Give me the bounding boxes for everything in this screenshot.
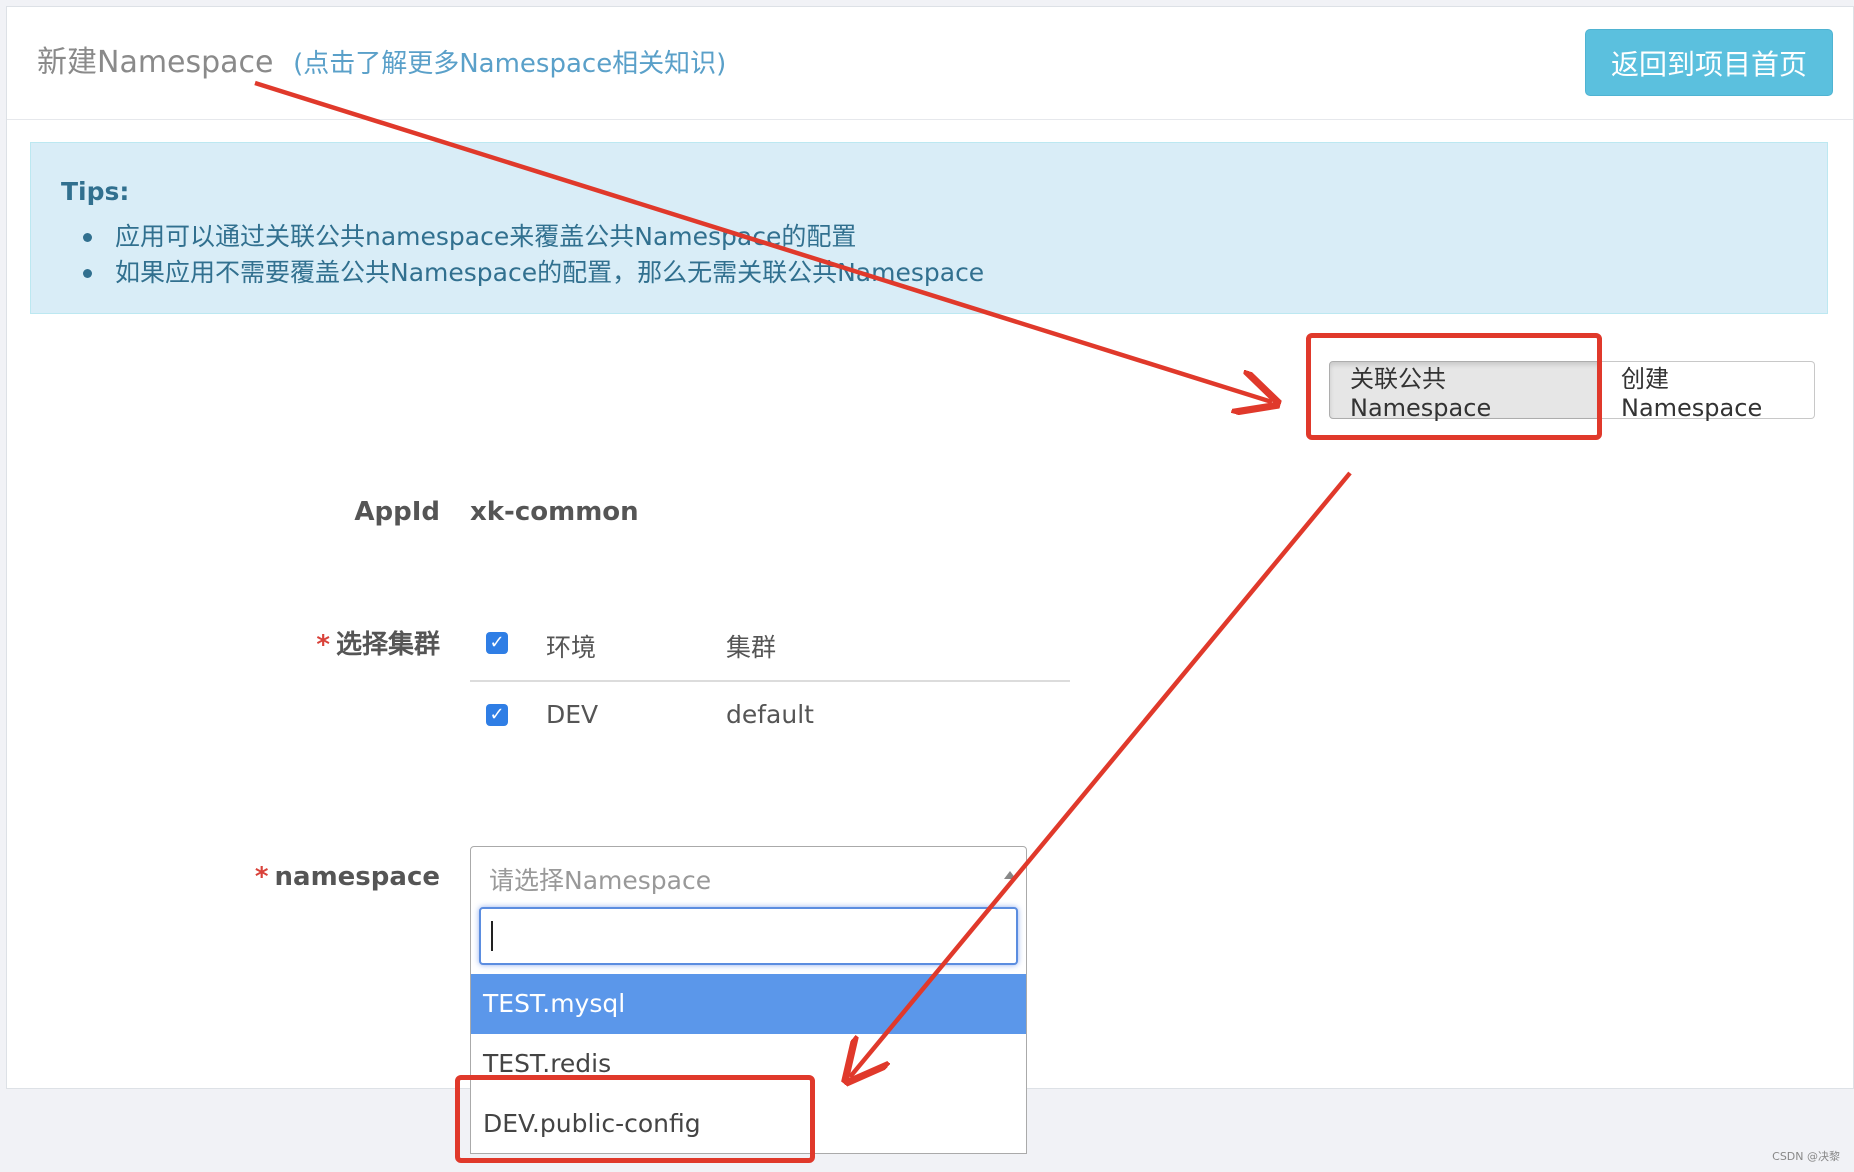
appid-label: AppId: [354, 497, 440, 527]
cluster-row-checkbox[interactable]: ✓: [486, 704, 508, 726]
namespace-select-placeholder: 请选择Namespace: [489, 866, 712, 895]
namespace-search-input[interactable]: [479, 907, 1018, 965]
page-title: 新建Namespace (点击了解更多Namespace相关知识): [37, 37, 726, 81]
appid-value: xk-common: [470, 497, 639, 527]
cluster-row-cluster: default: [726, 700, 814, 729]
namespace-label: * namespace: [240, 862, 440, 892]
cluster-table: ✓ 环境 集群 ✓ DEV default: [470, 610, 1070, 752]
cluster-row-env: DEV: [546, 700, 599, 729]
tips-box: Tips: 应用可以通过关联公共namespace来覆盖公共Namespace的…: [30, 142, 1828, 314]
text-caret: [491, 921, 493, 951]
required-mark: *: [316, 630, 330, 660]
namespace-option[interactable]: DEV.public-config: [471, 1094, 1026, 1154]
namespace-label-text: namespace: [274, 862, 440, 892]
namespace-mode-toggle: 关联公共Namespace 创建Namespace: [1329, 361, 1815, 422]
tip-item: 如果应用不需要覆盖公共Namespace的配置，那么无需关联公共Namespac…: [82, 255, 984, 291]
create-namespace-button[interactable]: 创建Namespace: [1601, 361, 1815, 422]
tips-title: Tips:: [61, 177, 130, 206]
associate-public-namespace-button[interactable]: 关联公共Namespace: [1329, 361, 1601, 422]
help-link[interactable]: (点击了解更多Namespace相关知识): [293, 49, 726, 79]
back-to-project-button[interactable]: 返回到项目首页: [1585, 29, 1833, 96]
panel-header: 新建Namespace (点击了解更多Namespace相关知识) 返回到项目首…: [7, 7, 1853, 120]
chevron-up-icon: [1004, 871, 1016, 879]
namespace-option[interactable]: TEST.mysql: [471, 974, 1026, 1034]
watermark: CSDN @决黎: [1772, 1150, 1840, 1163]
tip-item: 应用可以通过关联公共namespace来覆盖公共Namespace的配置: [82, 219, 984, 255]
namespace-select[interactable]: 请选择Namespace: [470, 846, 1027, 902]
namespace-option[interactable]: TEST.redis: [471, 1034, 1026, 1094]
cluster-label: * 选择集群: [240, 624, 440, 661]
required-mark: *: [254, 862, 269, 892]
cluster-row: ✓ DEV default: [470, 682, 1070, 752]
cluster-label-text: 选择集群: [335, 630, 440, 660]
select-all-checkbox[interactable]: ✓: [486, 632, 508, 654]
namespace-dropdown: TEST.mysql TEST.redis DEV.public-config: [470, 901, 1027, 1154]
cluster-table-header: ✓ 环境 集群: [470, 610, 1070, 682]
tips-list: 应用可以通过关联公共namespace来覆盖公共Namespace的配置 如果应…: [82, 219, 984, 291]
env-column-header: 环境: [546, 633, 597, 662]
cluster-column-header: 集群: [726, 633, 777, 662]
page-title-text: 新建Namespace: [37, 45, 274, 80]
